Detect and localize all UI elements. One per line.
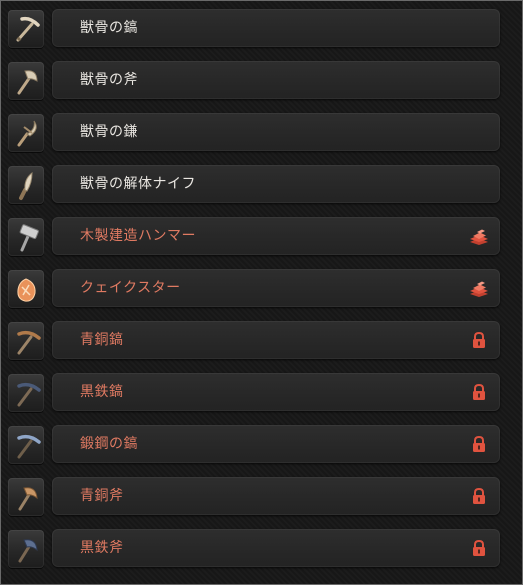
lock-icon xyxy=(468,538,490,558)
lock-icon xyxy=(468,434,490,454)
bone-knife-icon xyxy=(19,171,33,200)
recipe-bar[interactable]: 鍛鋼の鎬 xyxy=(52,425,500,463)
recipe-bar[interactable]: 黒鉄鎬 xyxy=(52,373,500,411)
recipe-bar[interactable]: クェイクスター xyxy=(52,269,500,307)
item-icon-slot xyxy=(8,114,44,152)
recipe-row[interactable]: 木製建造ハンマー xyxy=(5,217,501,257)
recipe-row[interactable]: 鍛鋼の鎬 xyxy=(5,425,501,465)
recipe-row[interactable]: クェイクスター xyxy=(5,269,501,309)
recipe-label: クェイクスター xyxy=(80,280,181,296)
recipe-bar[interactable]: 青銅斧 xyxy=(52,477,500,515)
quakestar-icon xyxy=(17,278,36,302)
recipe-label: 青銅鎬 xyxy=(80,332,124,348)
recipe-label: 獣骨の解体ナイフ xyxy=(80,176,196,192)
recipe-row[interactable]: 青銅斧 xyxy=(5,477,501,517)
wooden-hammer-icon xyxy=(19,224,39,252)
recipe-list: 獣骨の鎬獣骨の斧獣骨の鎌獣骨の解体ナイフ 木製建造ハンマー クェイクスター 青銅鎬黒鉄… xyxy=(1,1,522,584)
recipe-label: 鍛鋼の鎬 xyxy=(80,436,138,452)
item-icon-slot xyxy=(8,478,44,516)
recipe-label: 獣骨の斧 xyxy=(80,72,138,88)
bone-pickaxe-icon xyxy=(16,16,40,42)
black-iron-pickaxe-icon xyxy=(17,382,41,407)
materials-icon xyxy=(468,226,490,246)
recipe-label: 獣骨の鎬 xyxy=(80,20,138,36)
bone-axe-icon xyxy=(17,70,38,95)
item-icon-slot xyxy=(8,10,44,48)
recipe-row[interactable]: 獣骨の鎬 xyxy=(5,9,501,49)
item-icon-slot xyxy=(8,374,44,412)
item-icon-slot xyxy=(8,218,44,256)
recipe-row[interactable]: 黒鉄斧 xyxy=(5,529,501,569)
bronze-axe-icon xyxy=(18,487,38,511)
recipe-label: 黒鉄斧 xyxy=(80,540,124,556)
item-icon-slot xyxy=(8,166,44,204)
recipe-bar[interactable]: 獣骨の鎬 xyxy=(52,9,500,47)
recipe-bar[interactable]: 獣骨の鎌 xyxy=(52,113,500,151)
lock-icon xyxy=(468,382,490,402)
item-icon-slot xyxy=(8,270,44,308)
item-icon-slot xyxy=(8,426,44,464)
bone-sickle-icon xyxy=(17,120,37,147)
crafting-recipe-panel: 獣骨の鎬獣骨の斧獣骨の鎌獣骨の解体ナイフ 木製建造ハンマー クェイクスター 青銅鎬黒鉄… xyxy=(0,0,523,585)
lock-icon xyxy=(468,486,490,506)
recipe-row[interactable]: 黒鉄鎬 xyxy=(5,373,501,413)
recipe-bar[interactable]: 獣骨の解体ナイフ xyxy=(52,165,500,203)
recipe-row[interactable]: 獣骨の斧 xyxy=(5,61,501,101)
recipe-label: 黒鉄鎬 xyxy=(80,384,124,400)
item-icon-slot xyxy=(8,62,44,100)
recipe-row[interactable]: 青銅鎬 xyxy=(5,321,501,361)
recipe-row[interactable]: 獣骨の鎌 xyxy=(5,113,501,153)
lock-icon xyxy=(468,330,490,350)
materials-icon xyxy=(468,278,490,298)
bronze-pickaxe-icon xyxy=(17,330,41,355)
item-icon-slot xyxy=(8,322,44,360)
recipe-bar[interactable]: 青銅鎬 xyxy=(52,321,500,359)
recipe-row[interactable]: 獣骨の解体ナイフ xyxy=(5,165,501,205)
black-iron-axe-icon xyxy=(18,539,38,563)
recipe-bar[interactable]: 木製建造ハンマー xyxy=(52,217,500,255)
recipe-label: 獣骨の鎌 xyxy=(80,124,138,140)
recipe-label: 木製建造ハンマー xyxy=(80,228,196,244)
item-icon-slot xyxy=(8,530,44,568)
recipe-label: 青銅斧 xyxy=(80,488,124,504)
recipe-bar[interactable]: 黒鉄斧 xyxy=(52,529,500,567)
recipe-bar[interactable]: 獣骨の斧 xyxy=(52,61,500,99)
steel-pickaxe-icon xyxy=(17,434,41,459)
